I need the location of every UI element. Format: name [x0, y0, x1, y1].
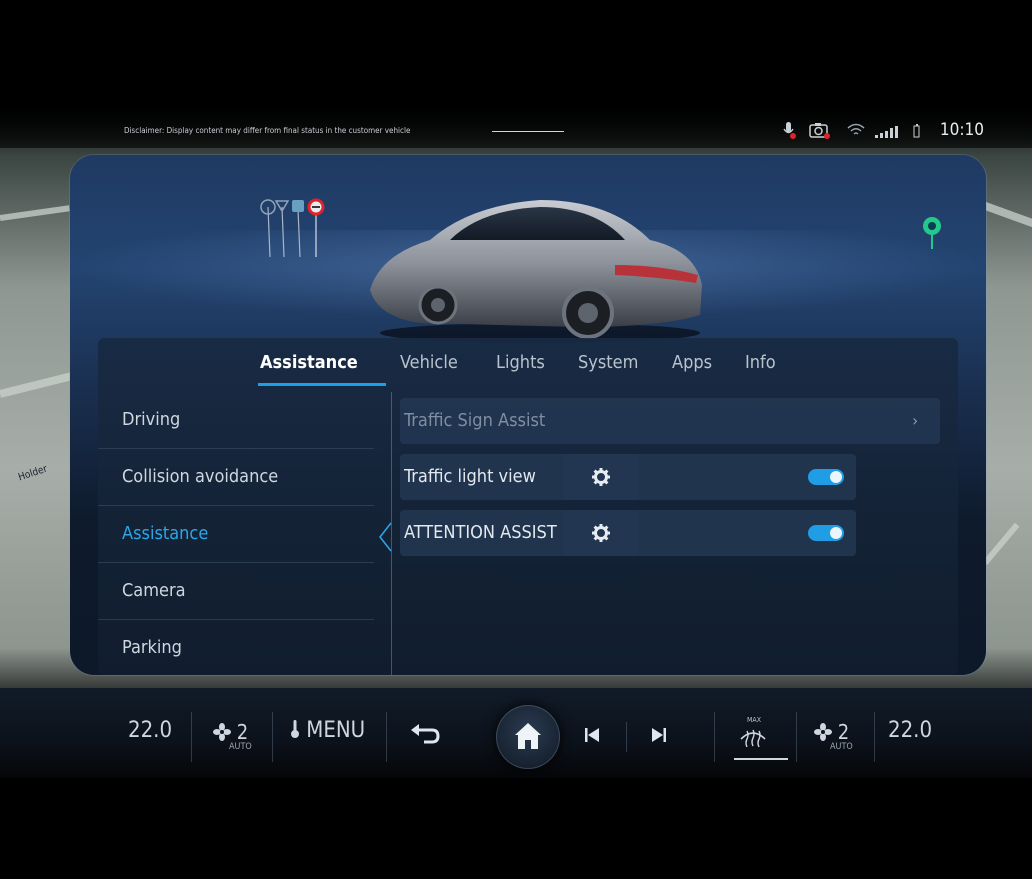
- divider: [272, 712, 273, 762]
- right-fan-control[interactable]: 2 AUTO: [814, 720, 853, 752]
- chevron-right-icon: ›: [912, 411, 918, 430]
- next-track-button[interactable]: [652, 727, 666, 746]
- selection-chevron-icon: [379, 522, 392, 552]
- divider: [796, 712, 797, 762]
- divider: [626, 722, 627, 752]
- category-list: Driving Collision avoidance Assistance C…: [98, 392, 378, 675]
- tab-info[interactable]: Info: [745, 352, 776, 373]
- home-button[interactable]: [496, 705, 560, 769]
- camera-icon: [808, 121, 830, 143]
- setting-traffic-sign-assist[interactable]: Traffic Sign Assist ›: [400, 398, 940, 444]
- signal-strength-icon: [875, 124, 899, 143]
- setting-label: Traffic Sign Assist: [404, 410, 546, 431]
- skip-next-icon: [652, 728, 666, 742]
- gear-icon: [592, 468, 610, 486]
- category-assistance[interactable]: Assistance: [98, 506, 374, 563]
- gear-icon: [592, 524, 610, 542]
- divider: [492, 131, 564, 132]
- divider: [386, 712, 387, 762]
- tab-vehicle[interactable]: Vehicle: [400, 352, 458, 373]
- defrost-icon: [740, 729, 766, 747]
- divider: [714, 712, 715, 762]
- divider: [191, 712, 192, 762]
- traffic-light-view-settings-button[interactable]: [563, 454, 639, 500]
- active-tab-indicator: [258, 383, 386, 386]
- tab-bar: Assistance Vehicle Lights System Apps In…: [98, 352, 958, 386]
- right-fan-mode: AUTO: [830, 742, 853, 752]
- previous-track-button[interactable]: [585, 727, 599, 746]
- defrost-label: MAX: [747, 716, 762, 724]
- skip-previous-icon: [585, 728, 599, 742]
- back-button[interactable]: [410, 722, 440, 750]
- setting-label: ATTENTION ASSIST: [404, 522, 557, 543]
- climate-menu-button[interactable]: MENU: [290, 718, 365, 743]
- max-defrost-button[interactable]: MAX: [734, 716, 788, 762]
- settings-panel: Assistance Vehicle Lights System Apps In…: [70, 155, 986, 675]
- vehicle-image: [370, 200, 702, 343]
- category-parking[interactable]: Parking: [98, 620, 374, 675]
- left-temperature[interactable]: 22.0: [128, 718, 172, 743]
- settings-content: Assistance Vehicle Lights System Apps In…: [98, 338, 958, 675]
- toggle-switch[interactable]: [808, 525, 844, 541]
- toggle-switch[interactable]: [808, 469, 844, 485]
- left-fan-level: 2: [236, 720, 249, 744]
- divider: [874, 712, 875, 762]
- microphone-icon: [782, 121, 796, 143]
- defrost-indicator: [734, 758, 788, 760]
- tab-apps[interactable]: Apps: [672, 352, 712, 373]
- attention-assist-settings-button[interactable]: [563, 510, 639, 556]
- right-fan-level: 2: [837, 720, 850, 744]
- toggle-knob: [830, 527, 842, 539]
- category-camera[interactable]: Camera: [98, 563, 374, 620]
- traffic-signs-icon: [260, 198, 325, 257]
- location-pin-icon: [923, 217, 941, 249]
- home-icon: [515, 723, 541, 749]
- thermometer-icon: [291, 720, 299, 738]
- left-fan-control[interactable]: 2 AUTO: [213, 720, 252, 752]
- setting-label: Traffic light view: [404, 466, 536, 487]
- right-temperature[interactable]: 22.0: [888, 718, 932, 743]
- battery-icon: [913, 123, 921, 142]
- disclaimer-text: Disclaimer: Display content may differ f…: [124, 126, 411, 135]
- tab-system[interactable]: System: [578, 352, 638, 373]
- clock: 10:10: [939, 120, 984, 140]
- menu-label: MENU: [306, 718, 366, 743]
- toggle-knob: [830, 471, 842, 483]
- fan-icon: [213, 723, 231, 741]
- back-arrow-icon: [411, 724, 440, 744]
- left-fan-mode: AUTO: [229, 742, 252, 752]
- tab-assistance[interactable]: Assistance: [260, 352, 358, 373]
- category-collision-avoidance[interactable]: Collision avoidance: [98, 449, 374, 506]
- fan-icon: [814, 723, 832, 741]
- wifi-icon: [846, 122, 866, 142]
- category-driving[interactable]: Driving: [98, 392, 374, 449]
- tab-lights[interactable]: Lights: [496, 352, 545, 373]
